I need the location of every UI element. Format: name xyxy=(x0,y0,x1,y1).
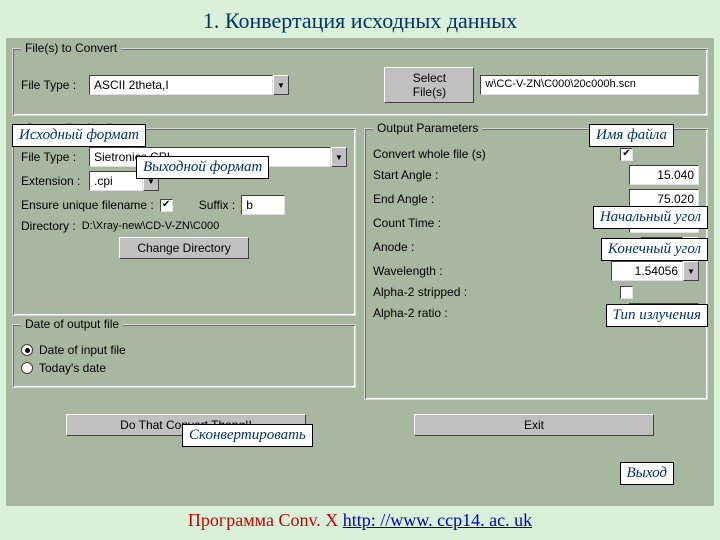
change-directory-button[interactable]: Change Directory xyxy=(119,237,249,259)
alpha2-ratio-label: Alpha-2 ratio : xyxy=(373,306,463,320)
count-time-label: Count Time : xyxy=(373,216,463,230)
select-files-button[interactable]: Select File(s) xyxy=(384,67,474,103)
input-filetype-value: ASCII 2theta,I xyxy=(89,75,273,95)
slide-title: 1. Конвертация исходных данных xyxy=(0,0,720,38)
annot-output-format: Выходной формат xyxy=(136,156,269,179)
end-angle-label: End Angle : xyxy=(373,192,463,206)
chevron-down-icon[interactable]: ▼ xyxy=(273,75,289,95)
group-files-to-convert: File(s) to Convert File Type : ASCII 2th… xyxy=(12,48,708,116)
suffix-field[interactable]: b xyxy=(241,195,285,215)
wavelength-label: Wavelength : xyxy=(373,264,463,278)
annot-start-angle: Начальный угол xyxy=(593,206,708,229)
directory-label: Directory : xyxy=(21,219,76,233)
exit-button[interactable]: Exit xyxy=(414,414,654,436)
output-filetype-label: File Type : xyxy=(21,150,83,164)
group-legend: File(s) to Convert xyxy=(21,41,121,55)
group-legend: Date of output file xyxy=(21,317,123,331)
extension-label: Extension : xyxy=(21,174,83,188)
annot-convert: Сконвертировать xyxy=(182,424,313,447)
group-output-parameters: Output Parameters Convert whole file (s)… xyxy=(364,128,708,400)
footer: Программа Conv. X http: //www. ccp14. ac… xyxy=(0,506,720,535)
annot-exit: Выход xyxy=(620,462,675,485)
chevron-down-icon[interactable]: ▼ xyxy=(683,261,699,281)
wavelength-value: 1.54056 xyxy=(611,261,683,281)
selected-file-field[interactable]: w\CC-V-ZN\C000\20c000h.scn xyxy=(480,75,699,95)
start-angle-label: Start Angle : xyxy=(373,168,463,182)
footer-link[interactable]: http: //www. ccp14. ac. uk xyxy=(343,510,532,530)
annot-source-format: Исходный формат xyxy=(12,124,146,147)
radio-date-input[interactable] xyxy=(21,344,33,356)
chevron-down-icon[interactable]: ▼ xyxy=(331,147,347,167)
ensure-unique-checkbox[interactable]: ✔ xyxy=(160,199,173,212)
radio-today-label: Today's date xyxy=(39,361,106,375)
suffix-label: Suffix : xyxy=(199,198,235,212)
annot-filename: Имя файла xyxy=(589,124,674,147)
annot-end-angle: Конечный угол xyxy=(601,238,708,261)
group-legend: Output Parameters xyxy=(373,121,482,135)
radio-date-input-label: Date of input file xyxy=(39,343,126,357)
extension-value: .cpi xyxy=(89,171,143,191)
directory-path: D:\Xray-new\CD-V-ZN\C000 xyxy=(82,220,220,232)
convert-whole-label: Convert whole file (s) xyxy=(373,147,614,161)
file-type-label: File Type : xyxy=(21,78,83,92)
annot-radiation: Тип излучения xyxy=(606,304,708,327)
app-window: File(s) to Convert File Type : ASCII 2th… xyxy=(6,38,714,506)
group-date-of-output: Date of output file Date of input file T… xyxy=(12,324,356,388)
input-filetype-combo[interactable]: ASCII 2theta,I ▼ xyxy=(89,75,289,95)
convert-whole-checkbox[interactable]: ✔ xyxy=(620,148,633,161)
ensure-unique-label: Ensure unique filename : xyxy=(21,198,154,212)
wavelength-combo[interactable]: 1.54056 ▼ xyxy=(611,261,699,281)
anode-label: Anode : xyxy=(373,240,463,254)
alpha2-stripped-label: Alpha-2 stripped : xyxy=(373,285,614,299)
start-angle-field[interactable]: 15.040 xyxy=(629,165,699,185)
alpha2-stripped-checkbox[interactable] xyxy=(620,286,633,299)
radio-today[interactable] xyxy=(21,362,33,374)
footer-text: Программа Conv. X xyxy=(188,510,343,530)
